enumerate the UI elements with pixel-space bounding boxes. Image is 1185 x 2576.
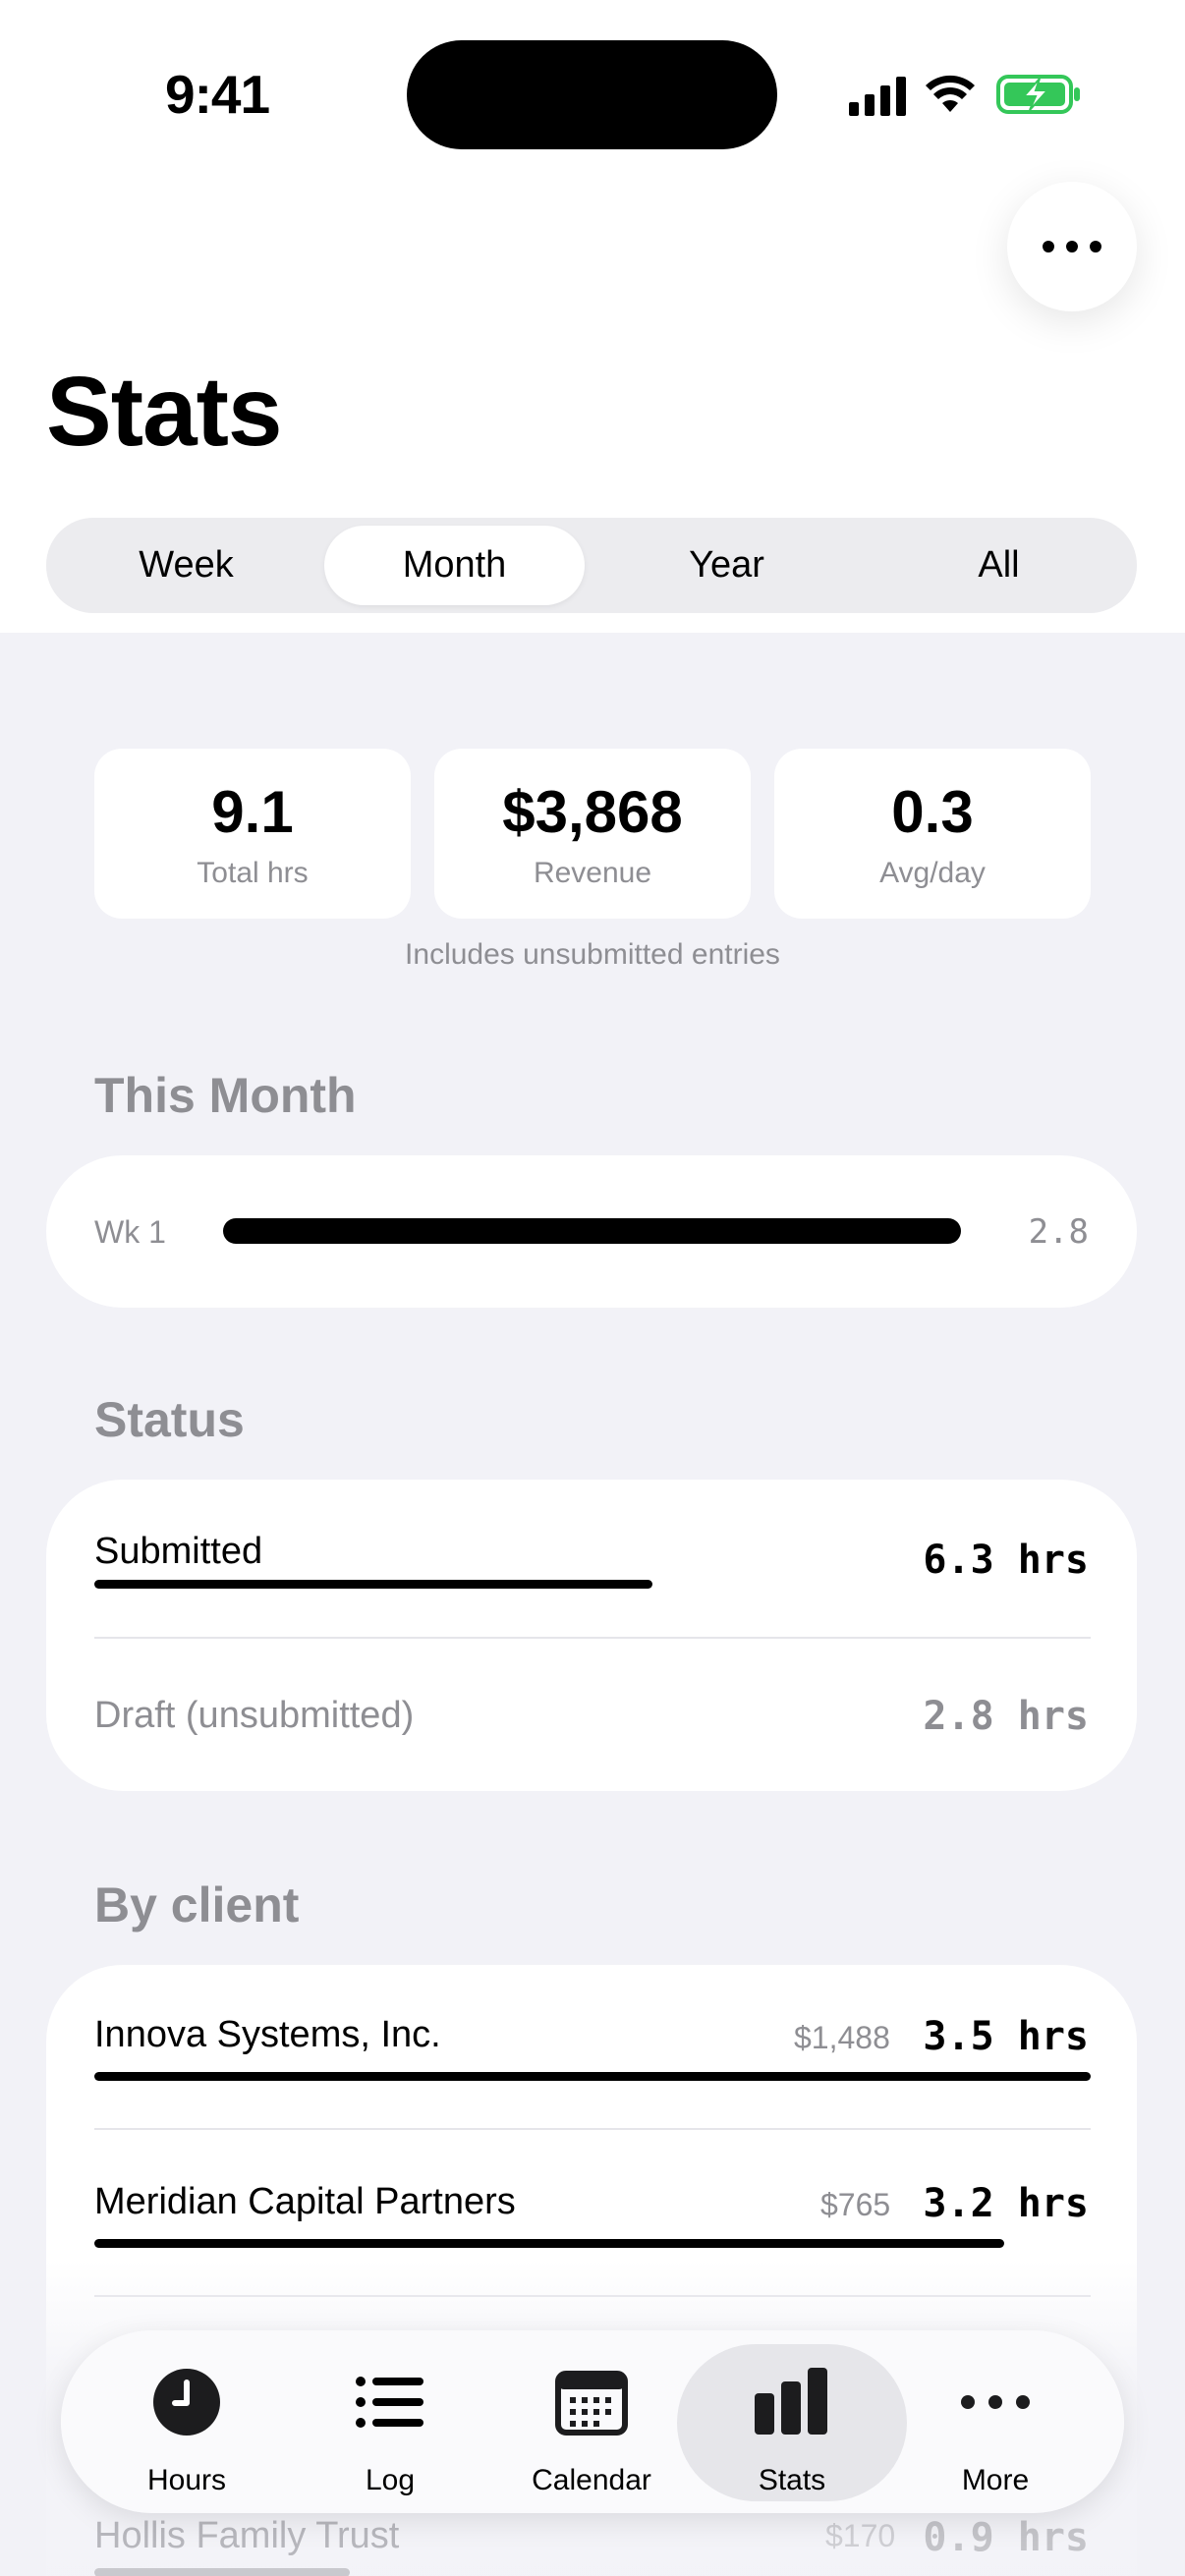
client-hours: 0.9 hrs — [923, 2515, 1089, 2560]
total-hours-card: 9.1 Total hrs — [94, 749, 411, 919]
ellipsis-icon — [1043, 241, 1101, 252]
avg-day-label: Avg/day — [879, 857, 986, 889]
tab-log[interactable]: Log — [292, 2346, 488, 2496]
tab-all[interactable]: All — [869, 526, 1129, 605]
status-draft-label: Draft (unsubmitted) — [94, 1695, 415, 1736]
wifi-icon — [926, 75, 975, 112]
clock-icon — [153, 2369, 220, 2436]
client-hours: 3.5 hrs — [923, 2014, 1089, 2059]
more-options-button[interactable] — [1007, 182, 1137, 311]
tab-more[interactable]: More — [897, 2346, 1094, 2496]
tab-stats[interactable]: Stats — [677, 2344, 907, 2501]
total-hours-value: 9.1 — [211, 779, 294, 845]
tab-log-label: Log — [365, 2464, 416, 2496]
client-amount: $170 — [825, 2518, 896, 2553]
tab-hours-label: Hours — [146, 2464, 227, 2496]
total-hours-label: Total hrs — [197, 857, 309, 889]
tab-hours[interactable]: Hours — [88, 2346, 285, 2496]
client-bar — [94, 2568, 350, 2576]
page-title: Stats — [46, 357, 283, 467]
battery-charging-icon — [996, 75, 1080, 114]
avg-day-card: 0.3 Avg/day — [774, 749, 1091, 919]
cellular-signal-icon — [849, 77, 906, 116]
avg-day-value: 0.3 — [891, 779, 974, 845]
client-amount: $1,488 — [794, 2020, 890, 2055]
status-submitted-label: Submitted — [94, 1531, 263, 1572]
bar-chart-icon — [755, 2368, 827, 2435]
status-time: 9:41 — [165, 64, 270, 125]
status-submitted-value: 6.3 hrs — [923, 1538, 1089, 1583]
client-name[interactable]: Innova Systems, Inc. — [94, 2014, 441, 2056]
client-amount: $765 — [820, 2187, 891, 2222]
section-title-status: Status — [94, 1392, 245, 1447]
tab-more-label: More — [961, 2464, 1030, 2496]
status-card — [46, 1480, 1137, 1791]
calendar-icon — [555, 2371, 628, 2436]
client-name[interactable]: Meridian Capital Partners — [94, 2181, 516, 2223]
week-label: Wk 1 — [94, 1214, 166, 1250]
dynamic-island — [407, 40, 777, 149]
revenue-card: $3,868 Revenue — [434, 749, 751, 919]
status-bar: 9:41 — [0, 0, 1185, 149]
tab-week[interactable]: Week — [56, 526, 316, 605]
tab-year[interactable]: Year — [596, 526, 857, 605]
tab-month[interactable]: Month — [324, 526, 585, 605]
client-bar — [94, 2072, 1091, 2081]
ellipsis-icon — [961, 2395, 1030, 2409]
status-draft-value: 2.8 hrs — [923, 1694, 1089, 1739]
tab-calendar[interactable]: Calendar — [493, 2346, 690, 2496]
tab-calendar-label: Calendar — [532, 2464, 651, 2496]
period-segmented-control: Week Month Year All — [46, 518, 1137, 613]
revenue-label: Revenue — [533, 857, 652, 889]
section-title-by-client: By client — [94, 1877, 300, 1932]
section-title-this-month: This Month — [94, 1068, 357, 1123]
week-value: 2.8 — [1028, 1212, 1089, 1252]
tab-stats-label: Stats — [758, 2464, 826, 2496]
divider — [94, 1637, 1091, 1639]
client-name[interactable]: Hollis Family Trust — [94, 2515, 399, 2557]
summary-note: Includes unsubmitted entries — [405, 938, 780, 971]
status-submitted-bar — [94, 1580, 652, 1589]
list-icon — [356, 2377, 423, 2428]
week-bar — [223, 1218, 961, 1244]
divider — [94, 2128, 1091, 2130]
client-bar — [94, 2239, 1004, 2248]
client-hours: 3.2 hrs — [923, 2181, 1089, 2226]
revenue-value: $3,868 — [502, 779, 683, 845]
